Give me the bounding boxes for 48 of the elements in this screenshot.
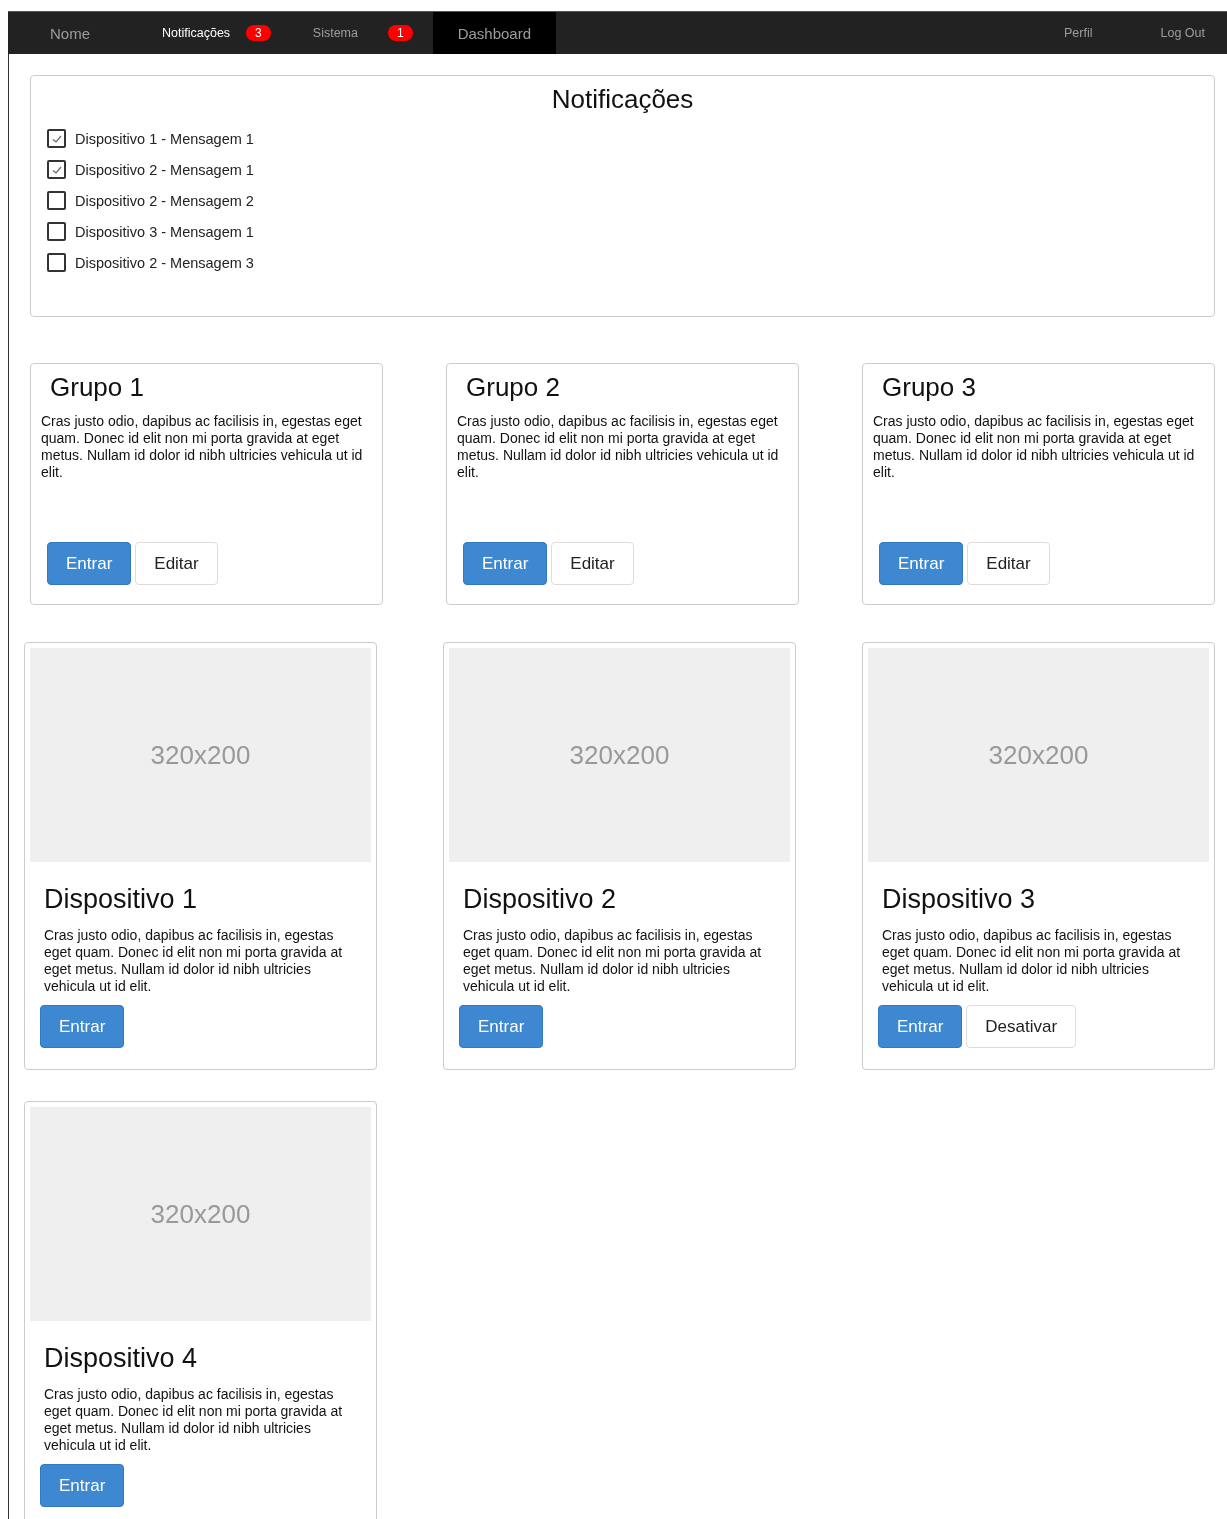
panel-title: Notificações (550, 84, 695, 115)
placeholder-label: 320x200 (988, 739, 1089, 771)
action-button[interactable]: Entrar (879, 542, 964, 585)
notification-label: Dispositivo 2 - Mensagem 1 (75, 161, 254, 178)
action-button[interactable]: Editar (551, 542, 634, 585)
card-text: Cras justo odio, dapibus ac facilisis in, egestas eget quam. Donec id elit non mi porta gravida at eget metus. Nullam id dolor id nibh ultricies vehicula ut id elit. (43, 1386, 344, 1454)
action-button[interactable]: Editar (967, 542, 1050, 585)
card-text: Cras justo odio, dapibus ac facilisis in, egestas eget quam. Donec id elit non mi porta gravida at eget metus. Nullam id dolor id nibh ultricies vehicula ut id elit. (43, 927, 344, 995)
action-button[interactable]: Entrar (878, 1005, 963, 1048)
action-button[interactable]: Desativar (966, 1005, 1077, 1048)
card-title: Grupo 1 (50, 372, 145, 403)
checkbox[interactable] (47, 160, 66, 179)
notification-label: Dispositivo 2 - Mensagem 3 (75, 254, 254, 271)
card-title: Dispositivo 3 (882, 884, 1037, 915)
nav-link[interactable]: Dashboard (432, 12, 557, 54)
card-title: Grupo 2 (466, 372, 561, 403)
nav-link[interactable]: Nome (8, 12, 120, 54)
placeholder-label: 320x200 (569, 739, 670, 771)
card-text: Cras justo odio, dapibus ac facilisis in, egestas eget quam. Donec id elit non mi porta gravida at eget metus. Nullam id dolor id nibh ultricies vehicula ut id elit. (462, 927, 763, 995)
placeholder-label: 320x200 (150, 739, 251, 771)
card-title: Dispositivo 1 (44, 884, 199, 915)
card-title: Dispositivo 2 (463, 884, 618, 915)
checkbox[interactable] (47, 222, 66, 241)
card-text: Cras justo odio, dapibus ac facilisis in, egestas eget quam. Donec id elit non mi porta gravida at eget metus. Nullam id dolor id nibh ultricies vehicula ut id elit. (881, 927, 1182, 995)
checkbox[interactable] (47, 253, 66, 272)
card-title: Dispositivo 4 (44, 1343, 199, 1374)
action-button[interactable]: Entrar (40, 1005, 125, 1048)
checkbox[interactable] (47, 129, 66, 148)
count-badge: 3 (246, 25, 271, 41)
count-badge: 1 (387, 25, 413, 41)
card-text: Cras justo odio, dapibus ac facilisis in, egestas eget quam. Donec id elit non mi porta gravida at eget metus. Nullam id dolor id nibh ultricies vehicula ut id elit. (457, 413, 780, 482)
card-text: Cras justo odio, dapibus ac facilisis in, egestas eget quam. Donec id elit non mi porta gravida at eget metus. Nullam id dolor id nibh ultricies vehicula ut id elit. (873, 413, 1196, 482)
action-button[interactable]: Entrar (463, 542, 548, 585)
card-text: Cras justo odio, dapibus ac facilisis in, egestas eget quam. Donec id elit non mi porta gravida at eget metus. Nullam id dolor id nibh ultricies vehicula ut id elit. (41, 413, 364, 482)
card-title: Grupo 3 (882, 372, 977, 403)
nav-link[interactable]: Sistema (270, 12, 388, 54)
nav-link[interactable]: Perfil (1018, 12, 1115, 54)
action-button[interactable]: Entrar (40, 1464, 125, 1507)
nav-link[interactable]: Notificações (120, 12, 247, 54)
action-button[interactable]: Editar (135, 542, 218, 585)
checkbox[interactable] (47, 191, 66, 210)
nav-link[interactable]: Log Out (1114, 12, 1227, 54)
action-button[interactable]: Entrar (459, 1005, 544, 1048)
action-button[interactable]: Entrar (47, 542, 132, 585)
notification-label: Dispositivo 1 - Mensagem 1 (75, 130, 254, 147)
notification-label: Dispositivo 2 - Mensagem 2 (75, 192, 254, 209)
placeholder-label: 320x200 (150, 1198, 251, 1230)
notification-label: Dispositivo 3 - Mensagem 1 (75, 223, 254, 240)
